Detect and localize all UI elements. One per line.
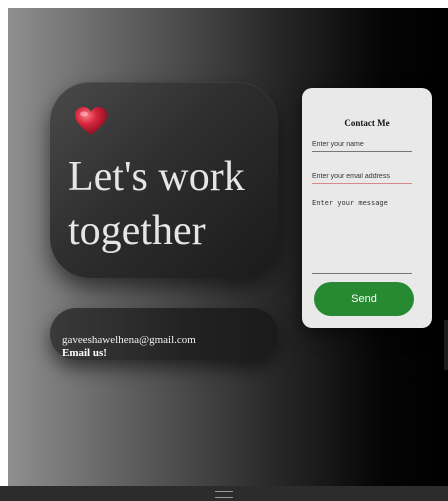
email-cta[interactable]: Email us! [62, 347, 107, 359]
send-button[interactable]: Send [314, 282, 414, 316]
message-field[interactable] [312, 199, 412, 274]
hero-title: Let's work together [68, 154, 245, 254]
bottom-bar [0, 486, 448, 501]
contact-form: Contact Me Send [302, 88, 432, 328]
page-canvas: Let's work together gaveeshawelhena@gmai… [8, 8, 448, 486]
email-field[interactable] [312, 169, 412, 184]
form-title: Contact Me [344, 118, 390, 128]
scrollbar-thumb[interactable] [444, 320, 448, 370]
heart-icon [75, 107, 107, 135]
email-address[interactable]: gaveeshawelhena@gmail.com [62, 334, 196, 346]
name-field[interactable] [312, 137, 412, 152]
email-card[interactable]: gaveeshawelhena@gmail.com Email us! [50, 308, 278, 360]
hero-card: Let's work together [50, 82, 278, 278]
grip-handle-icon[interactable] [215, 491, 233, 498]
